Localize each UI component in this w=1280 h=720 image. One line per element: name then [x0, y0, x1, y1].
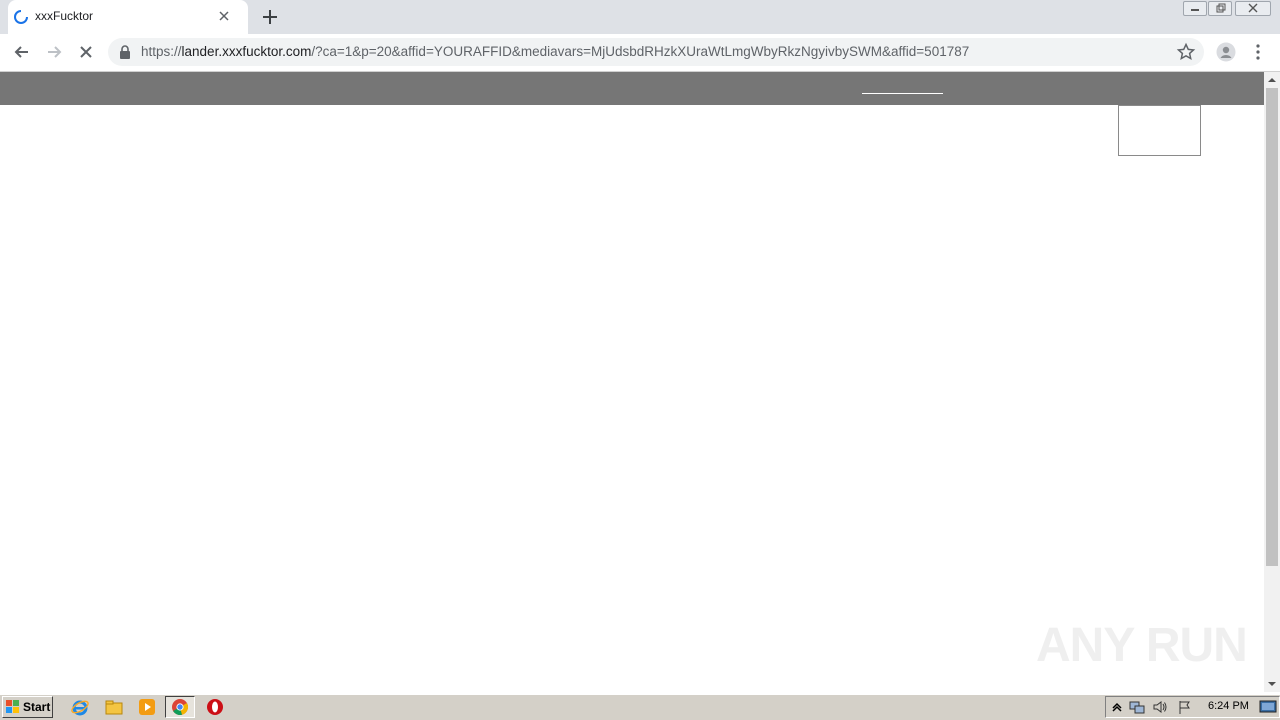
windows-logo-icon — [6, 700, 19, 713]
page-header-bar — [0, 72, 1264, 105]
scroll-down-arrow-icon[interactable] — [1264, 676, 1280, 692]
url-text[interactable]: https://lander.xxxfucktor.com/?ca=1&p=20… — [141, 44, 969, 59]
internet-explorer-icon[interactable] — [70, 697, 90, 717]
back-arrow-icon[interactable] — [12, 42, 32, 62]
start-button[interactable]: Start — [2, 696, 53, 718]
empty-content-box — [1118, 105, 1201, 156]
lock-icon[interactable] — [118, 44, 132, 60]
tab-close-icon[interactable] — [216, 8, 232, 24]
restore-icon — [1216, 3, 1226, 13]
start-label: Start — [23, 700, 51, 714]
show-desktop-icon[interactable] — [1259, 699, 1277, 715]
taskbar-clock[interactable]: 6:24 PM — [1208, 700, 1249, 712]
url-host: lander.xxxfucktor.com — [181, 44, 312, 59]
loading-spinner-icon — [14, 10, 28, 24]
watermark-text: ANY RUN — [1036, 619, 1248, 672]
scrollbar-thumb[interactable] — [1266, 88, 1278, 566]
url-scheme: https:// — [141, 44, 182, 59]
window-close-button[interactable] — [1235, 1, 1271, 16]
opera-icon[interactable] — [205, 697, 225, 717]
chrome-taskbar-button[interactable] — [165, 696, 195, 718]
chrome-icon — [172, 699, 189, 716]
close-x-icon — [1248, 3, 1258, 13]
window-minimize-button[interactable] — [1183, 1, 1207, 16]
minimize-icon — [1191, 9, 1199, 11]
new-tab-plus-icon[interactable] — [260, 7, 280, 27]
action-center-flag-icon[interactable] — [1177, 699, 1193, 715]
header-underline-link[interactable] — [862, 93, 943, 94]
forward-arrow-icon[interactable] — [44, 42, 64, 62]
tab-title: xxxFucktor — [35, 9, 94, 23]
show-hidden-icons-arrow-icon[interactable] — [1109, 699, 1125, 715]
file-explorer-icon[interactable] — [104, 697, 124, 717]
stop-loading-icon[interactable] — [76, 42, 96, 62]
kebab-menu-icon[interactable] — [1250, 42, 1266, 62]
network-icon[interactable] — [1129, 699, 1145, 715]
bookmark-star-icon[interactable] — [1176, 42, 1196, 62]
scroll-up-arrow-icon[interactable] — [1264, 72, 1280, 88]
url-path: /?ca=1&p=20&affid=YOURAFFID&mediavars=Mj… — [311, 44, 970, 59]
volume-speaker-icon[interactable] — [1152, 699, 1168, 715]
window-restore-button[interactable] — [1208, 1, 1232, 16]
anyrun-watermark: ANY RUN — [1036, 608, 1248, 674]
media-player-icon[interactable] — [137, 697, 157, 717]
profile-avatar-icon[interactable] — [1216, 42, 1236, 62]
